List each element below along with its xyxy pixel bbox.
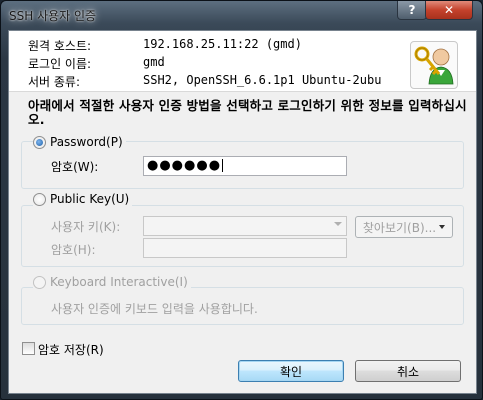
dialog-client: 원격 호스트: 192.168.25.11:22 (gmd) 로그인 이름: g… [8, 30, 477, 394]
user-key-icon [410, 41, 458, 89]
server-type-row: 서버 종류: SSH2, OpenSSH_6.6.1p1 Ubuntu-2ubu [9, 73, 407, 89]
publickey-radio[interactable]: Public Key(U) [33, 192, 133, 206]
dropdown-arrow-icon [334, 222, 342, 226]
user-key-label: 사용자 키(K): [51, 220, 121, 234]
user-key-select[interactable] [143, 216, 347, 236]
connection-info-panel: 원격 호스트: 192.168.25.11:22 (gmd) 로그인 이름: g… [9, 31, 476, 92]
window-title: SSH 사용자 인증 [9, 9, 97, 23]
ok-button[interactable]: 확인 [238, 360, 344, 382]
ok-button-label: 확인 [279, 364, 303, 379]
keyboard-radio[interactable]: Keyboard Interactive(I) [33, 275, 191, 289]
publickey-radio-label: Public Key(U) [50, 192, 130, 206]
password-radio-button[interactable] [33, 135, 46, 149]
passphrase-input[interactable] [143, 238, 347, 258]
help-button[interactable]: ? [397, 1, 427, 20]
server-type-value: SSH2, OpenSSH_6.6.1p1 Ubuntu-2ubu [143, 73, 382, 87]
browse-button-label: 찾아보기(B)... [362, 220, 437, 235]
password-input[interactable]: ●●●●●● [143, 156, 347, 176]
remote-host-label: 원격 호스트: [28, 39, 92, 53]
server-type-label: 서버 종류: [28, 75, 81, 89]
password-field-label: 암호(W): [51, 160, 99, 174]
keyboard-radio-button[interactable] [33, 275, 46, 289]
title-bar[interactable]: SSH 사용자 인증 ? ✕ [1, 1, 482, 29]
instruction-text: 아래에서 적절한 사용자 인증 방법을 선택하고 로그인하기 위한 정보를 입력… [28, 98, 467, 127]
save-password-checkbox[interactable] [22, 342, 35, 355]
text-caret [222, 159, 224, 172]
save-password-label: 암호 저장(R) [38, 343, 104, 357]
dialog-window: SSH 사용자 인증 ? ✕ 원격 호스트: 192.168.25.11:22 … [0, 0, 483, 400]
login-name-value: gmd [143, 55, 165, 69]
remote-host-value: 192.168.25.11:22 (gmd) [143, 37, 302, 51]
login-name-label: 로그인 이름: [28, 57, 92, 71]
triangle-down-icon [439, 225, 446, 229]
browse-button[interactable]: 찾아보기(B)... [355, 216, 453, 238]
publickey-radio-button[interactable] [33, 192, 46, 206]
password-radio[interactable]: Password(P) [33, 135, 126, 149]
passphrase-label: 암호(H): [51, 243, 96, 257]
cancel-button-label: 취소 [396, 364, 420, 379]
keyboard-radio-label: Keyboard Interactive(I) [50, 275, 188, 289]
close-button[interactable]: ✕ [425, 1, 473, 20]
cancel-button[interactable]: 취소 [355, 360, 461, 382]
keyboard-description: 사용자 인증에 키보드 입력을 사용합니다. [51, 302, 258, 316]
password-masked-value: ●●●●●● [147, 158, 222, 173]
password-radio-label: Password(P) [50, 135, 123, 149]
